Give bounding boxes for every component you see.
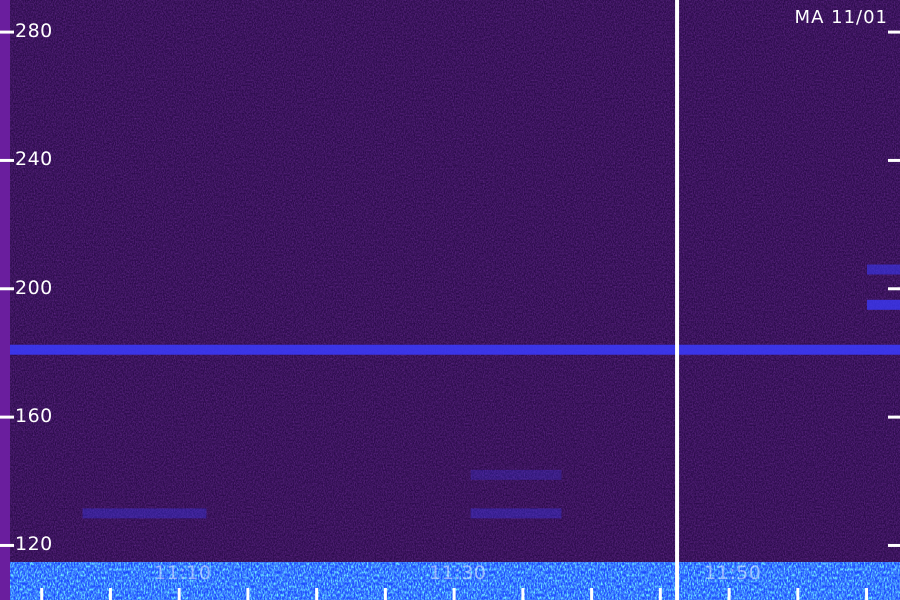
x-tick-label: 11:50 [704,562,762,584]
x-tick-label: 11:10 [154,562,212,584]
y-tick-label: 280 [15,20,53,43]
station-date-label: MA 11/01 [794,7,888,28]
x-tick-label: 11:30 [429,562,487,584]
spectrogram-plot [0,0,900,600]
spectrogram-view: 280 240 200 160 120 11:10 11:30 11:50 MA 11/01 [0,0,900,600]
y-tick-label: 160 [15,405,53,428]
emission-band-5 [470,469,562,480]
emission-band-1 [866,299,900,310]
emission-band-3 [82,508,207,519]
y-tick-label: 240 [15,148,53,171]
emission-band-0 [0,344,900,355]
emission-band-4 [470,508,562,519]
y-tick-label: 120 [15,533,53,556]
emission-band-2 [866,264,900,275]
left-axis-strip [0,0,10,600]
y-tick-label: 200 [15,276,53,299]
